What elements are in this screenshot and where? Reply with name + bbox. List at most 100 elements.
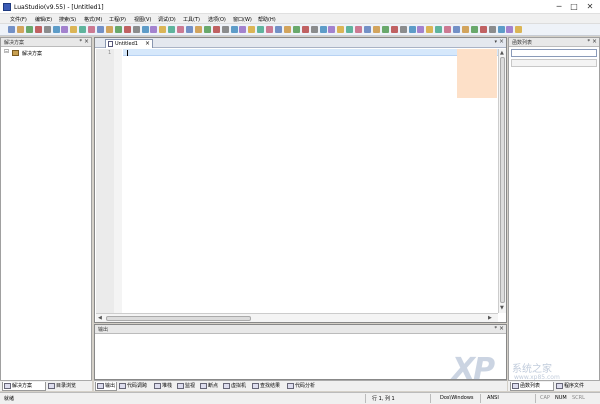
toolbar-button[interactable]: [257, 26, 265, 33]
toolbar-button[interactable]: [123, 26, 131, 33]
toolbar-button[interactable]: [399, 26, 407, 33]
toolbar-button[interactable]: [97, 26, 104, 33]
pin-icon[interactable]: ᵠ: [588, 38, 591, 45]
toolbar-button[interactable]: [372, 26, 380, 33]
tab-code-trace[interactable]: 代码调跨: [118, 382, 152, 391]
toolbar-button[interactable]: [381, 26, 389, 33]
toolbar-button[interactable]: [105, 26, 113, 33]
toolbar-button[interactable]: [390, 26, 398, 33]
menu-view[interactable]: 视图(V): [134, 16, 151, 23]
toolbar-button[interactable]: [283, 26, 291, 33]
close-icon[interactable]: ×: [84, 38, 89, 45]
scroll-thumb[interactable]: [500, 57, 505, 303]
tab-untitled1[interactable]: Untitled1 ×: [105, 39, 153, 48]
scroll-thumb[interactable]: [106, 316, 251, 321]
toolbar-button[interactable]: [70, 26, 78, 33]
toolbar-button[interactable]: [221, 26, 229, 33]
menu-file[interactable]: 文件(F): [10, 16, 27, 23]
toolbar-button[interactable]: [444, 26, 452, 33]
toolbar-button[interactable]: [355, 26, 363, 33]
toolbar-button[interactable]: [52, 26, 60, 33]
close-icon[interactable]: ×: [499, 325, 504, 332]
toolbar-button[interactable]: [319, 26, 327, 33]
toolbar-button[interactable]: [337, 26, 345, 33]
toolbar-button[interactable]: [426, 26, 434, 33]
toolbar-button[interactable]: [453, 26, 460, 33]
toolbar-button[interactable]: [488, 26, 496, 33]
toolbar-button[interactable]: [43, 26, 51, 33]
function-filter-input[interactable]: [511, 49, 597, 57]
toolbar-button[interactable]: [408, 26, 416, 33]
close-icon[interactable]: ×: [499, 38, 504, 45]
toolbar-button[interactable]: [497, 26, 505, 33]
toolbar-button[interactable]: [168, 26, 176, 33]
tab-stack[interactable]: 堆栈: [153, 382, 175, 391]
tab-directory[interactable]: 目录浏览: [47, 382, 91, 391]
maximize-button[interactable]: □: [567, 2, 581, 12]
tab-code-analysis[interactable]: 代码分析: [286, 382, 320, 391]
toolbar-button[interactable]: [248, 26, 256, 33]
toolbar-button[interactable]: [177, 26, 185, 33]
chevron-down-icon[interactable]: ▾: [494, 39, 497, 45]
scroll-down-icon[interactable]: ▼: [500, 305, 504, 311]
menu-project[interactable]: 工程(P): [109, 16, 126, 23]
menu-options[interactable]: 选项(O): [208, 16, 226, 23]
close-icon[interactable]: ×: [592, 38, 597, 45]
toolbar-button[interactable]: [16, 26, 24, 33]
toolbar-button[interactable]: [506, 26, 514, 33]
toolbar-button[interactable]: [310, 26, 318, 33]
function-list-row[interactable]: [511, 59, 597, 67]
toolbar-button[interactable]: [203, 26, 211, 33]
toolbar-button[interactable]: [159, 26, 167, 33]
tab-find-results[interactable]: 查找结果: [251, 382, 285, 391]
horizontal-scrollbar[interactable]: ◀ ▶: [96, 313, 498, 322]
menu-debug[interactable]: 调试(D): [158, 16, 176, 23]
pin-icon[interactable]: ᵠ: [80, 38, 83, 45]
vertical-scrollbar[interactable]: ▲ ▼: [498, 49, 506, 313]
toolbar-button[interactable]: [88, 26, 96, 33]
toolbar-button[interactable]: [479, 26, 487, 33]
toolbar-button[interactable]: [435, 26, 443, 33]
toolbar-button[interactable]: [275, 26, 282, 33]
tree-expander-icon[interactable]: ⊟: [4, 48, 9, 55]
tab-close-icon[interactable]: ×: [145, 40, 150, 47]
scroll-right-icon[interactable]: ▶: [488, 315, 492, 321]
toolbar-button[interactable]: [346, 26, 354, 33]
toolbar-button[interactable]: [25, 26, 33, 33]
menu-window[interactable]: 窗口(W): [233, 16, 252, 23]
tab-output[interactable]: 输出: [95, 382, 117, 391]
toolbar-button[interactable]: [266, 26, 274, 33]
toolbar-button[interactable]: [470, 26, 478, 33]
menu-format[interactable]: 格式(M): [84, 16, 102, 23]
tab-virtual-machine[interactable]: 虚拟机: [222, 382, 250, 391]
toolbar-button[interactable]: [292, 26, 300, 33]
toolbar-button[interactable]: [417, 26, 425, 33]
toolbar-button[interactable]: [8, 26, 15, 33]
toolbar-button[interactable]: [194, 26, 202, 33]
tab-watch[interactable]: 监视: [176, 382, 198, 391]
menu-tools[interactable]: 工具(T): [183, 16, 200, 23]
scroll-left-icon[interactable]: ◀: [98, 315, 102, 321]
minimize-button[interactable]: ─: [552, 2, 566, 12]
toolbar-button[interactable]: [364, 26, 371, 33]
menu-help[interactable]: 帮助(H): [258, 16, 276, 23]
toolbar-button[interactable]: [61, 26, 69, 33]
pin-icon[interactable]: ᵠ: [495, 325, 498, 332]
tab-breakpoints[interactable]: 断点: [199, 382, 221, 391]
toolbar-button[interactable]: [461, 26, 469, 33]
menu-search[interactable]: 搜索(S): [59, 16, 76, 23]
toolbar-button[interactable]: [212, 26, 220, 33]
menu-edit[interactable]: 编辑(E): [35, 16, 52, 23]
toolbar-button[interactable]: [328, 26, 336, 33]
toolbar-button[interactable]: [141, 26, 149, 33]
toolbar-button[interactable]: [34, 26, 42, 33]
toolbar-button[interactable]: [515, 26, 523, 33]
tab-solution[interactable]: 解决方案: [2, 382, 46, 391]
toolbar-button[interactable]: [114, 26, 122, 33]
toolbar-button[interactable]: [79, 26, 87, 33]
toolbar-button[interactable]: [239, 26, 247, 33]
toolbar-button[interactable]: [132, 26, 140, 33]
scroll-up-icon[interactable]: ▲: [500, 50, 504, 56]
toolbar-button[interactable]: [301, 26, 309, 33]
close-button[interactable]: ✕: [583, 2, 597, 12]
